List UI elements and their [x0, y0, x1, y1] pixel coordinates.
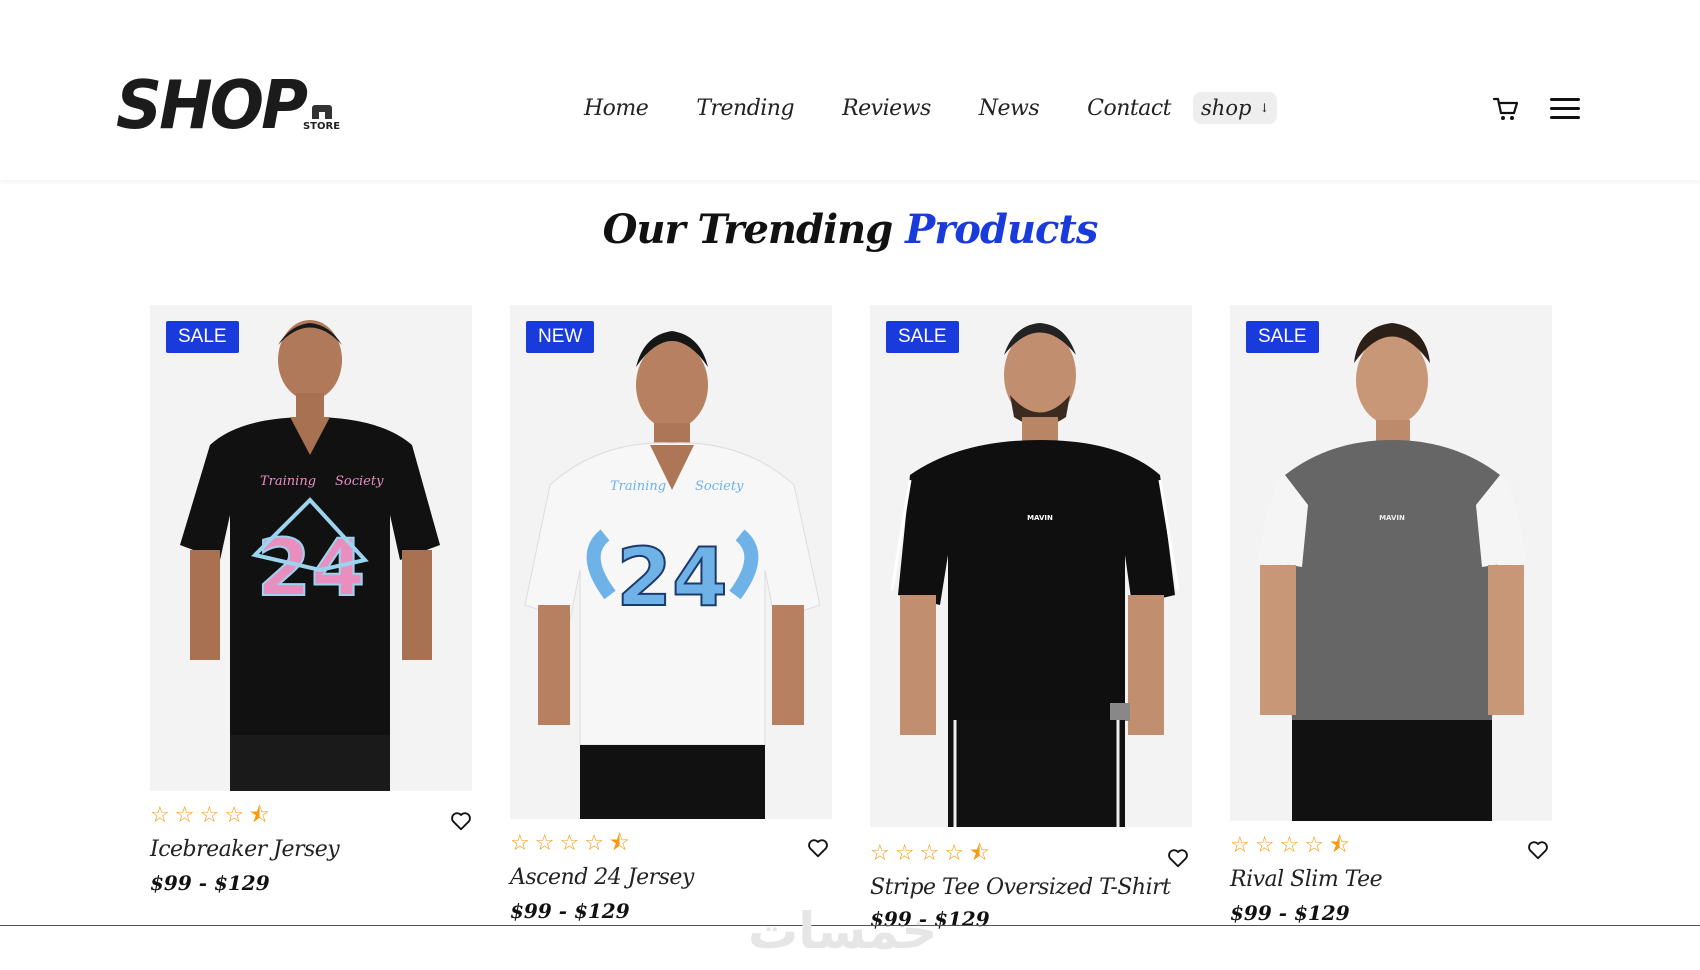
product-price: $99 - $129 — [1230, 901, 1350, 925]
rating-stars: ☆ ☆ ☆ ☆ ⯪ — [1230, 835, 1355, 857]
product-card[interactable]: MAVIN SALE ☆ ☆ ☆ ☆ ⯪ Stripe Tee Oversized T-… — [870, 305, 1192, 931]
logo[interactable]: SHOP STORE — [116, 67, 340, 145]
model-figure: 24 Training Society — [180, 320, 440, 791]
star-half-icon: ⯪ — [968, 841, 990, 866]
product-image[interactable]: MAVIN SALE — [1230, 305, 1552, 821]
svg-text:Training: Training — [610, 479, 666, 494]
svg-text:MAVIN: MAVIN — [1027, 514, 1053, 522]
shop-dropdown[interactable]: shop ↓ — [1193, 92, 1278, 124]
rating-stars: ☆ ☆ ☆ ☆ ⯪ — [150, 805, 275, 827]
svg-text:24: 24 — [616, 531, 727, 624]
svg-text:Training: Training — [260, 474, 316, 489]
star-outline-icon: ☆ — [150, 803, 170, 828]
wishlist-heart-icon[interactable] — [450, 810, 472, 832]
cart-icon[interactable] — [1492, 96, 1520, 122]
logo-store-text: STORE — [302, 121, 341, 132]
model-figure: MAVIN — [1258, 323, 1526, 821]
status-badge: NEW — [526, 321, 595, 353]
svg-text:MAVIN: MAVIN — [1379, 514, 1405, 522]
star-half-icon: ⯪ — [608, 831, 630, 856]
hamburger-menu-icon[interactable] — [1550, 98, 1580, 122]
model-figure: 24 Training Society — [524, 331, 821, 819]
wishlist-heart-icon[interactable] — [1167, 847, 1189, 869]
site-header: SHOP STORE Home Trending Reviews News Co… — [0, 0, 1700, 180]
section-title: Our Trending Products — [0, 206, 1700, 253]
product-card[interactable]: MAVIN SALE ☆ ☆ ☆ ☆ ⯪ Rival Slim Tee $99 - $1… — [1230, 305, 1552, 925]
rating-stars: ☆ ☆ ☆ ☆ ⯪ — [870, 843, 995, 865]
section-title-accent: Products — [905, 206, 1098, 253]
watermark: خمسات — [748, 902, 938, 960]
star-outline-icon: ☆ — [199, 803, 220, 828]
star-half-icon: ⯪ — [248, 803, 270, 828]
svg-text:Society: Society — [695, 479, 744, 494]
status-badge: SALE — [886, 321, 959, 353]
product-name[interactable]: Icebreaker Jersey — [150, 837, 340, 862]
star-outline-icon: ☆ — [919, 841, 940, 866]
star-half-icon: ⯪ — [1328, 833, 1350, 858]
star-outline-icon: ☆ — [944, 841, 964, 866]
star-outline-icon: ☆ — [1304, 833, 1324, 858]
wishlist-heart-icon[interactable] — [1527, 839, 1549, 861]
product-name[interactable]: Rival Slim Tee — [1230, 867, 1383, 892]
product-price: $99 - $129 — [510, 899, 630, 923]
product-image[interactable]: 24 Training Society SALE — [150, 305, 472, 791]
nav-contact[interactable]: Contact — [1087, 96, 1171, 121]
arrow-down-icon: ↓ — [1259, 101, 1270, 115]
product-image[interactable]: 24 Training Society NEW — [510, 305, 832, 819]
product-price: $99 - $129 — [150, 871, 270, 895]
svg-text:Society: Society — [335, 474, 384, 489]
product-name[interactable]: Stripe Tee Oversized T-Shirt — [870, 875, 1171, 900]
status-badge: SALE — [1246, 321, 1319, 353]
star-outline-icon: ☆ — [1230, 833, 1250, 858]
star-outline-icon: ☆ — [1279, 833, 1300, 858]
star-outline-icon: ☆ — [510, 831, 530, 856]
logo-text: SHOP — [116, 67, 308, 145]
product-card[interactable]: 24 Training Society NEW ☆ ☆ ☆ ☆ ⯪ Ascend 24 … — [510, 305, 832, 925]
star-outline-icon: ☆ — [894, 841, 915, 866]
shop-dropdown-label: shop — [1201, 96, 1252, 120]
nav-home[interactable]: Home — [584, 96, 649, 121]
nav-reviews[interactable]: Reviews — [842, 96, 931, 121]
logo-sub: STORE — [303, 105, 340, 132]
wishlist-heart-icon[interactable] — [807, 837, 829, 859]
star-outline-icon: ☆ — [534, 831, 555, 856]
main-nav: Home Trending Reviews News Contact shop … — [584, 92, 1278, 124]
star-outline-icon: ☆ — [870, 841, 890, 866]
rating-stars: ☆ ☆ ☆ ☆ ⯪ — [510, 833, 635, 855]
product-card[interactable]: 24 Training Society SALE ☆ ☆ ☆ ☆ ⯪ Icebreake… — [150, 305, 472, 905]
nav-news[interactable]: News — [979, 96, 1040, 121]
star-outline-icon: ☆ — [1254, 833, 1275, 858]
product-image[interactable]: MAVIN SALE — [870, 305, 1192, 827]
product-name[interactable]: Ascend 24 Jersey — [510, 865, 694, 890]
star-outline-icon: ☆ — [224, 803, 244, 828]
section-title-main: Our Trending — [602, 206, 894, 253]
model-figure: MAVIN — [890, 323, 1180, 827]
star-outline-icon: ☆ — [584, 831, 604, 856]
status-badge: SALE — [166, 321, 239, 353]
nav-trending[interactable]: Trending — [696, 96, 794, 121]
store-icon — [311, 105, 332, 119]
star-outline-icon: ☆ — [559, 831, 580, 856]
star-outline-icon: ☆ — [174, 803, 195, 828]
